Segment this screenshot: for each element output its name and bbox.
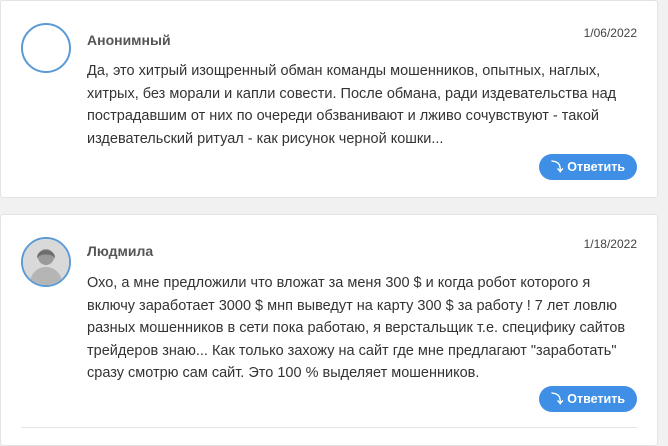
reply-label: Ответить — [567, 160, 625, 174]
divider — [21, 427, 637, 428]
reply-arrow-icon: ⤵ — [551, 392, 564, 406]
comment-text: Охо, а мне предложили что вложат за меня… — [87, 275, 626, 381]
avatar — [21, 23, 71, 73]
comment-date: 1/18/2022 — [583, 237, 637, 251]
reply-label: Ответить — [567, 392, 625, 406]
avatar — [21, 237, 71, 287]
comment-date: 1/06/2022 — [583, 26, 637, 40]
reply-button[interactable]: ⤵ Ответить — [539, 154, 637, 180]
reply-button[interactable]: ⤵ Ответить — [539, 386, 637, 412]
comment-author: Людмила — [87, 243, 154, 259]
comment-card: Людмила 1/18/2022 Охо, а мне предложили … — [0, 214, 658, 446]
user-photo-icon — [23, 239, 69, 285]
comment-author: Анонимный — [87, 32, 171, 48]
comment-text: Да, это хитрый изощренный обман команды … — [87, 63, 617, 147]
reply-arrow-icon: ⤵ — [551, 160, 564, 174]
comment-card: Анонимный 1/06/2022 Да, это хитрый изощр… — [0, 0, 658, 198]
